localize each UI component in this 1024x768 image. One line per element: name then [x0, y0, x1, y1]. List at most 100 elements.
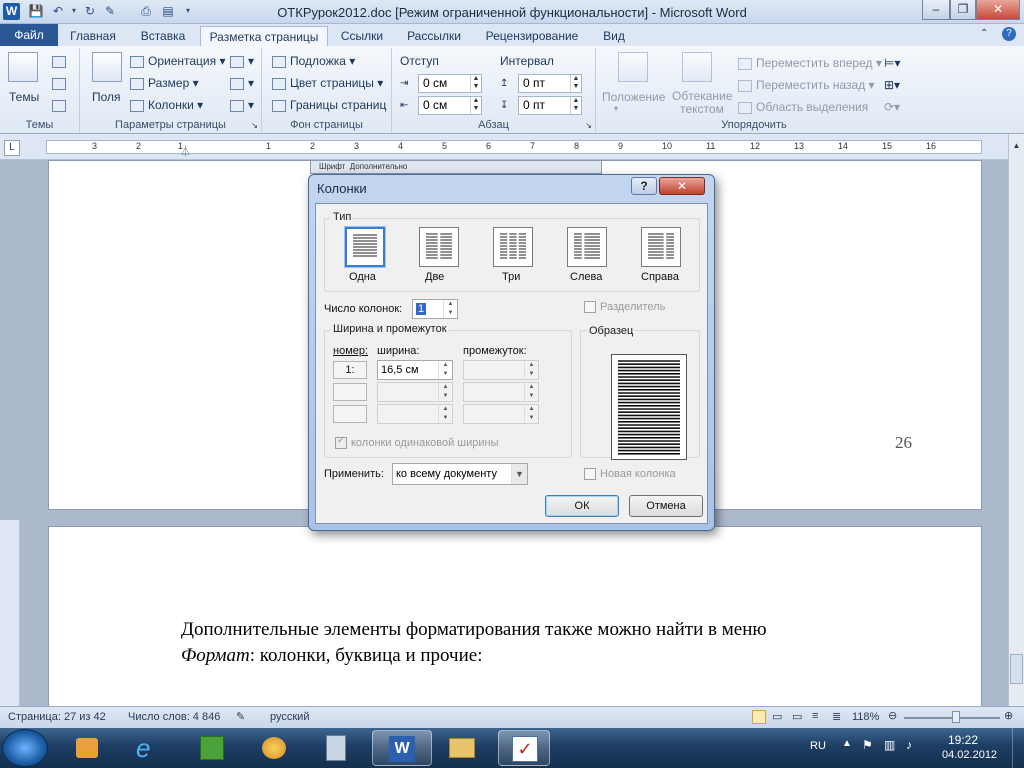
- separator-checkbox[interactable]: [584, 301, 596, 313]
- ok-button[interactable]: ОК: [545, 495, 619, 517]
- spinner-arrows-icon[interactable]: ▲ ▼: [570, 75, 581, 92]
- preset-right-label[interactable]: Справа: [641, 271, 679, 283]
- spinner-arrows-icon[interactable]: ▲ ▼: [438, 405, 452, 423]
- network-icon[interactable]: ▥: [884, 738, 895, 752]
- tab-insert[interactable]: Вставка: [128, 26, 198, 46]
- bring-forward-button[interactable]: Переместить вперед ▾: [738, 56, 882, 70]
- tab-references[interactable]: Ссылки: [332, 26, 392, 46]
- language-status[interactable]: русский: [270, 711, 309, 723]
- dialog-launcher-icon[interactable]: ↘: [585, 121, 592, 130]
- indent-right-field[interactable]: 0 см ▲ ▼: [418, 96, 482, 115]
- show-hidden-icons-icon[interactable]: ▲: [842, 738, 852, 749]
- taskbar-calculator-icon[interactable]: [310, 730, 362, 766]
- tab-home[interactable]: Главная: [60, 26, 126, 46]
- position-button[interactable]: Положение: [602, 90, 665, 104]
- scroll-thumb[interactable]: [1010, 654, 1023, 684]
- column-spacing-field[interactable]: ▲ ▼: [463, 360, 539, 380]
- zoom-in-icon[interactable]: ⊕: [1004, 709, 1013, 722]
- rotate-icon[interactable]: ⟳▾: [884, 100, 900, 114]
- proofing-icon[interactable]: ✎: [236, 710, 245, 723]
- spinner-arrows-icon[interactable]: ▲ ▼: [438, 383, 452, 401]
- column-width-field[interactable]: ▲ ▼: [377, 382, 453, 402]
- spinner-arrows-icon[interactable]: ▲ ▼: [470, 75, 481, 92]
- indent-left-field[interactable]: 0 см ▲ ▼: [418, 74, 482, 93]
- web-layout-view-icon[interactable]: ▭: [792, 710, 802, 723]
- spinner-arrows-icon[interactable]: ▲ ▼: [438, 361, 452, 379]
- page-borders-button[interactable]: Границы страниц: [272, 98, 386, 112]
- column-spacing-field[interactable]: ▲ ▼: [463, 404, 539, 424]
- spinner-arrows-icon[interactable]: ▲ ▼: [443, 300, 457, 318]
- preset-one-icon[interactable]: [345, 227, 385, 267]
- indent-marker-icon[interactable]: ⏃: [180, 143, 191, 159]
- vertical-scrollbar[interactable]: ▲: [1008, 134, 1024, 706]
- outline-view-icon[interactable]: ≡: [812, 710, 818, 722]
- wrap-text-button[interactable]: Обтекание текстом: [672, 90, 732, 116]
- theme-colors-icon[interactable]: [52, 54, 70, 68]
- preset-left-label[interactable]: Слева: [570, 271, 602, 283]
- document-page[interactable]: Дополнительные элементы форматирования т…: [48, 526, 982, 716]
- dialog-launcher-icon[interactable]: ↘: [251, 121, 258, 130]
- tab-page-layout[interactable]: Разметка страницы: [200, 26, 328, 46]
- num-columns-stepper[interactable]: 1 ▲ ▼: [412, 299, 458, 319]
- spinner-arrows-icon[interactable]: ▲ ▼: [470, 97, 481, 114]
- preset-two-icon[interactable]: [419, 227, 459, 267]
- scroll-up-icon[interactable]: ▲: [1009, 138, 1024, 154]
- taskbar-paint-icon[interactable]: [248, 730, 300, 766]
- size-button[interactable]: Размер ▾: [130, 76, 199, 90]
- themes-button[interactable]: Темы: [9, 90, 39, 104]
- breaks-icon[interactable]: ▾: [230, 54, 254, 68]
- wrap-text-icon[interactable]: [682, 52, 712, 82]
- align-icon[interactable]: ⊨▾: [884, 56, 900, 70]
- selection-pane-button[interactable]: Область выделения: [738, 100, 868, 114]
- column-width-field[interactable]: 16,5 см ▲ ▼: [377, 360, 453, 380]
- preset-two-label[interactable]: Две: [425, 271, 444, 283]
- theme-fonts-icon[interactable]: [52, 76, 70, 90]
- word-count-status[interactable]: Число слов: 4 846: [128, 711, 220, 723]
- help-icon[interactable]: ?: [1002, 27, 1016, 41]
- tab-selector-icon[interactable]: L: [4, 140, 20, 156]
- taskbar-media-icon[interactable]: [62, 730, 114, 766]
- clock-date[interactable]: 04.02.2012: [942, 749, 997, 761]
- keyboard-language[interactable]: RU: [810, 740, 826, 752]
- new-column-checkbox[interactable]: [584, 468, 596, 480]
- start-button[interactable]: [2, 729, 48, 767]
- minimize-ribbon-icon[interactable]: ⌃: [980, 28, 988, 39]
- cancel-button[interactable]: Отмена: [629, 495, 703, 517]
- volume-icon[interactable]: ♪: [906, 738, 912, 752]
- maximize-button[interactable]: ❐: [950, 0, 976, 20]
- line-numbers-icon[interactable]: ▾: [230, 76, 254, 90]
- zoom-level[interactable]: 118%: [852, 711, 879, 723]
- tab-mailings[interactable]: Рассылки: [396, 26, 472, 46]
- column-width-field[interactable]: ▲ ▼: [377, 404, 453, 424]
- theme-effects-icon[interactable]: [52, 98, 70, 112]
- close-button[interactable]: ✕: [976, 0, 1020, 20]
- tab-file[interactable]: Файл: [0, 24, 58, 46]
- apply-to-select[interactable]: ко всему документу ▼: [392, 463, 528, 485]
- column-spacing-field[interactable]: ▲ ▼: [463, 382, 539, 402]
- page-color-button[interactable]: Цвет страницы ▾: [272, 76, 383, 90]
- margins-button[interactable]: Поля: [92, 90, 121, 104]
- tab-review[interactable]: Рецензирование: [476, 26, 588, 46]
- preset-three-icon[interactable]: [493, 227, 533, 267]
- taskbar-word-icon[interactable]: W: [372, 730, 432, 766]
- taskbar-app-icon[interactable]: [186, 730, 238, 766]
- margins-icon[interactable]: [92, 52, 122, 82]
- spinner-arrows-icon[interactable]: ▲ ▼: [570, 97, 581, 114]
- page-count-status[interactable]: Страница: 27 из 42: [8, 711, 106, 723]
- spinner-arrows-icon[interactable]: ▲ ▼: [524, 361, 538, 379]
- preset-right-icon[interactable]: [641, 227, 681, 267]
- tab-view[interactable]: Вид: [592, 26, 636, 46]
- print-layout-view-icon[interactable]: [752, 710, 766, 724]
- clock-time[interactable]: 19:22: [948, 733, 978, 747]
- action-center-flag-icon[interactable]: ⚑: [862, 738, 873, 752]
- minimize-button[interactable]: –: [922, 0, 950, 20]
- spacing-before-field[interactable]: 0 пт ▲ ▼: [518, 74, 582, 93]
- columns-button[interactable]: Колонки ▾: [130, 98, 203, 112]
- preset-three-label[interactable]: Три: [502, 271, 520, 283]
- chevron-down-icon[interactable]: ▼: [511, 464, 527, 484]
- position-icon[interactable]: [618, 52, 648, 82]
- watermark-button[interactable]: Подложка ▾: [272, 54, 355, 68]
- hyphenation-icon[interactable]: ▾: [230, 98, 254, 112]
- group-objects-icon[interactable]: ⊞▾: [884, 78, 900, 92]
- taskbar-checklist-icon[interactable]: ✓: [498, 730, 550, 766]
